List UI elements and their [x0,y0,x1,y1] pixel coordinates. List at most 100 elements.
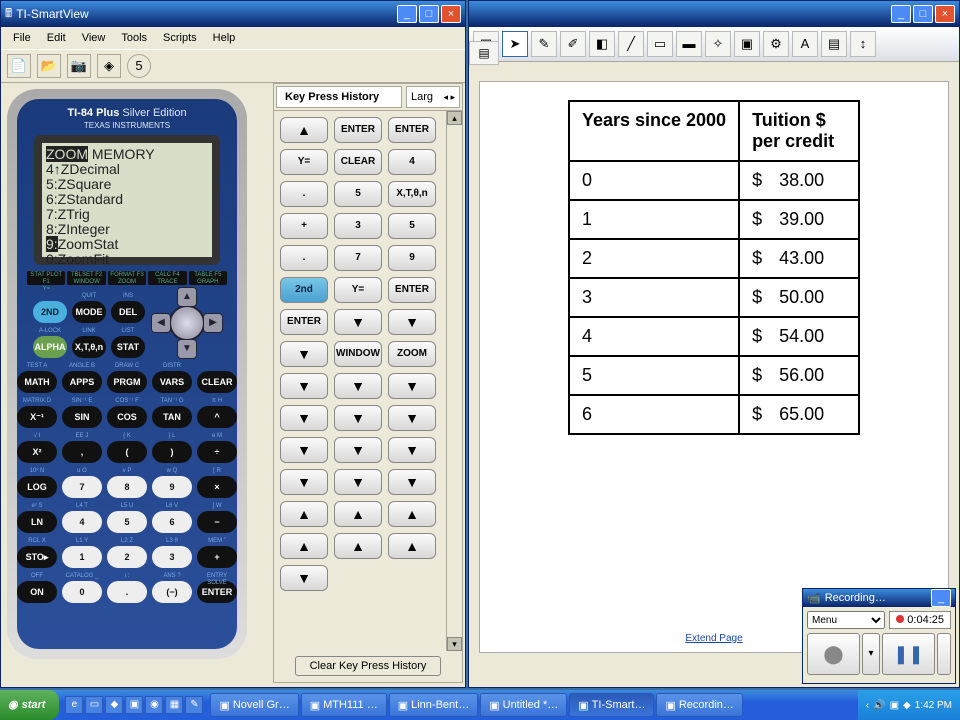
notebook-titlebar[interactable]: _ □ × [469,1,959,27]
key-6[interactable]: 6 [152,511,192,533]
start-button[interactable]: ◉ start [0,690,59,720]
dpad-right[interactable]: ▶ [203,313,223,333]
taskbar-task[interactable]: ▣Recordin… [656,693,742,717]
key-4[interactable]: 4 [62,511,102,533]
ql-app1-icon[interactable]: ◆ [105,696,123,714]
tray-clock[interactable]: 1:42 PM [915,700,952,711]
tool-properties-icon[interactable]: ⚙ [763,31,789,57]
tool-color-icon[interactable]: ▤ [821,31,847,57]
key-[interactable]: ÷ [197,441,237,463]
dpad-center[interactable] [169,305,205,341]
rec-dropdown-button[interactable]: ▾ [862,633,880,675]
key-on[interactable]: ON [17,581,57,603]
fkey-window[interactable]: TBLSET F2WINDOW [67,271,105,285]
menu-edit[interactable]: Edit [41,30,72,46]
nb-minimize-button[interactable]: _ [891,5,911,23]
scroll-down-icon[interactable]: ▾ [447,637,462,651]
tb-new-icon[interactable]: 📄 [7,54,31,78]
dpad-left[interactable]: ◀ [151,313,171,333]
key-[interactable]: × [197,476,237,498]
nb-close-button[interactable]: × [935,5,955,23]
key-1[interactable]: 1 [62,546,102,568]
key-sto[interactable]: STO▸ [17,546,57,568]
dpad-up[interactable]: ▲ [177,287,197,307]
menu-scripts[interactable]: Scripts [157,30,203,46]
key-enter[interactable]: ENTER [197,581,237,603]
tool-eraser-icon[interactable]: ◧ [589,31,615,57]
tray-icon2[interactable]: ▣ [890,700,899,711]
key-ln[interactable]: LN [17,511,57,533]
key-[interactable]: ^ [197,406,237,428]
tb-screenshot-icon[interactable]: 📷 [67,54,91,78]
tool-text-icon[interactable]: A [792,31,818,57]
tool-move-icon[interactable]: ↕ [850,31,876,57]
key-[interactable]: ( [107,441,147,463]
maximize-button[interactable]: □ [419,5,439,23]
rec-stop-button[interactable] [937,633,951,675]
tray-icon[interactable]: 🔊 [873,700,885,711]
key-clear[interactable]: CLEAR [197,371,237,393]
tb-3d-icon[interactable]: ◈ [97,54,121,78]
key-sin[interactable]: SIN [62,406,102,428]
taskbar-task[interactable]: ▣Novell Gr… [210,693,298,717]
key-2nd[interactable]: 2ND [33,301,67,323]
menu-help[interactable]: Help [207,30,242,46]
rec-pause-button[interactable]: ❚❚ [882,633,935,675]
tool-highlighter-icon[interactable]: ▬ [676,31,702,57]
rec-titlebar[interactable]: 📹 Recording… _ [803,589,955,607]
ql-app3-icon[interactable]: ◉ [145,696,163,714]
tool-magic-pen-icon[interactable]: ✧ [705,31,731,57]
ql-desktop-icon[interactable]: ▭ [85,696,103,714]
key-x[interactable]: X² [17,441,57,463]
extend-page-link[interactable]: Extend Page [685,633,742,644]
key-8[interactable]: 8 [107,476,147,498]
fkey-y[interactable]: STAT PLOT F1Y= [27,271,65,285]
key-del[interactable]: DEL [111,301,145,323]
tool-pointer-icon[interactable]: ➤ [502,31,528,57]
tab-pages-icon[interactable]: ▤ [469,41,499,65]
key-0[interactable]: 0 [62,581,102,603]
tool-creative-pen-icon[interactable]: ✐ [560,31,586,57]
close-button[interactable]: × [441,5,461,23]
nb-maximize-button[interactable]: □ [913,5,933,23]
menu-tools[interactable]: Tools [115,30,153,46]
ql-ie-icon[interactable]: e [65,696,83,714]
tb-open-icon[interactable]: 📂 [37,54,61,78]
fkey-graph[interactable]: TABLE F5GRAPH [189,271,227,285]
scroll-up-icon[interactable]: ▴ [447,111,462,125]
notebook-page[interactable]: Years since 2000Tuition $ per credit 0$ … [479,81,949,653]
tool-pen-icon[interactable]: ✎ [531,31,557,57]
key-x[interactable]: X⁻¹ [17,406,57,428]
tool-shape-icon[interactable]: ▭ [647,31,673,57]
key-vars[interactable]: VARS [152,371,192,393]
key-xtn[interactable]: X,T,θ,n [72,336,106,358]
tray-arrow-icon[interactable]: ‹ [866,700,869,711]
fkey-zoom[interactable]: FORMAT F3ZOOM [108,271,146,285]
key-[interactable]: , [62,441,102,463]
key-apps[interactable]: APPS [62,371,102,393]
key-5[interactable]: 5 [107,511,147,533]
key-7[interactable]: 7 [62,476,102,498]
key-9[interactable]: 9 [152,476,192,498]
taskbar-task[interactable]: ▣MTH111 … [301,693,387,717]
key-math[interactable]: MATH [17,371,57,393]
key-[interactable]: − [197,511,237,533]
taskbar-task[interactable]: ▣TI-Smart… [569,693,654,717]
dpad-down[interactable]: ▼ [177,339,197,359]
ql-app4-icon[interactable]: ▦ [165,696,183,714]
key-stat[interactable]: STAT [111,336,145,358]
key-3[interactable]: 3 [152,546,192,568]
kph-scrollbar[interactable]: ▴ ▾ [446,111,462,651]
fkey-trace[interactable]: CALC F4TRACE [148,271,186,285]
menu-file[interactable]: File [7,30,37,46]
menu-view[interactable]: View [76,30,112,46]
key-[interactable]: + [197,546,237,568]
ql-app2-icon[interactable]: ▣ [125,696,143,714]
key-[interactable]: ) [152,441,192,463]
kph-size[interactable]: Larg [406,86,460,108]
system-tray[interactable]: ‹ 🔊 ▣ ◆ 1:42 PM [858,690,960,720]
rec-record-button[interactable]: ⬤ [807,633,860,675]
tool-line-icon[interactable]: ╱ [618,31,644,57]
key-prgm[interactable]: PRGM [107,371,147,393]
key-alpha[interactable]: ALPHA [33,336,67,358]
